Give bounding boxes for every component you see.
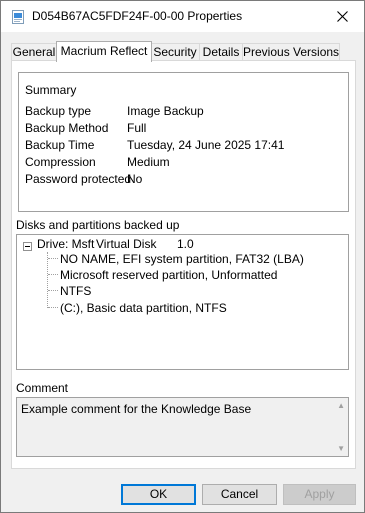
properties-dialog: D054B67AC5FDF24F-00-00 Properties Genera…: [0, 0, 365, 513]
tree-partition-node[interactable]: NO NAME, EFI system partition, FAT32 (LB…: [60, 252, 304, 266]
summary-value: Medium: [127, 155, 170, 169]
tree-partition-node[interactable]: (C:), Basic data partition, NTFS: [60, 301, 227, 315]
file-properties-icon: [10, 9, 26, 25]
drive-type: Virtual Disk: [96, 237, 157, 251]
tab-details[interactable]: Details: [199, 43, 243, 61]
comment-label: Comment: [16, 381, 69, 395]
summary-label: Backup Method: [25, 121, 109, 135]
summary-row-backup-time: Backup Time Tuesday, 24 June 2025 17:41: [25, 138, 284, 152]
tree-drive-node[interactable]: Drive: Msft Virtual Disk 1.0: [37, 237, 194, 251]
summary-value: Image Backup: [127, 104, 204, 118]
tree-partition-node[interactable]: Microsoft reserved partition, Unformatte…: [60, 268, 277, 282]
comment-field[interactable]: Example comment for the Knowledge Base ▲…: [16, 397, 349, 457]
tab-general[interactable]: General: [11, 43, 57, 61]
summary-heading: Summary: [25, 83, 77, 97]
close-button[interactable]: [320, 1, 364, 32]
tree-collapse-icon[interactable]: [23, 242, 32, 251]
tab-panel: Summary Backup type Image Backup Backup …: [11, 60, 356, 469]
scroll-down-arrow-icon[interactable]: ▼: [337, 444, 345, 453]
summary-row-password-protected: Password protected No: [25, 172, 142, 186]
close-icon: [336, 11, 348, 22]
tree-connector: [48, 290, 58, 291]
scroll-up-arrow-icon[interactable]: ▲: [337, 401, 345, 410]
partition-tree[interactable]: Drive: Msft Virtual Disk 1.0 NO NAME, EF…: [16, 234, 349, 370]
tab-macrium-reflect[interactable]: Macrium Reflect: [56, 41, 152, 62]
summary-label: Backup Time: [25, 138, 95, 152]
tree-partition-node[interactable]: NTFS: [60, 284, 91, 298]
apply-button[interactable]: Apply: [283, 484, 356, 505]
title-bar[interactable]: D054B67AC5FDF24F-00-00 Properties: [1, 1, 364, 32]
tab-previous-versions[interactable]: Previous Versions: [242, 43, 340, 61]
drive-name: Drive: Msft: [37, 237, 95, 251]
tree-connector: [48, 307, 58, 308]
summary-label: Compression: [25, 155, 96, 169]
summary-label: Backup type: [25, 104, 92, 118]
summary-row-backup-method: Backup Method Full: [25, 121, 146, 135]
disks-label: Disks and partitions backed up: [16, 218, 180, 232]
tree-connector: [48, 258, 58, 259]
tab-security[interactable]: Security: [150, 43, 200, 61]
summary-value: Full: [127, 121, 147, 135]
comment-text: Example comment for the Knowledge Base: [21, 402, 252, 416]
tree-connector: [47, 252, 48, 308]
summary-row-compression: Compression Medium: [25, 155, 170, 169]
summary-row-backup-type: Backup type Image Backup: [25, 104, 204, 118]
summary-box: Summary Backup type Image Backup Backup …: [18, 72, 349, 212]
summary-label: Password protected: [25, 172, 132, 186]
drive-size: 1.0: [177, 237, 194, 251]
window-title: D054B67AC5FDF24F-00-00 Properties: [32, 9, 243, 23]
summary-value: No: [127, 172, 143, 186]
summary-value: Tuesday, 24 June 2025 17:41: [127, 138, 285, 152]
tree-connector: [48, 274, 58, 275]
cancel-button[interactable]: Cancel: [202, 484, 277, 505]
ok-button[interactable]: OK: [121, 484, 196, 505]
